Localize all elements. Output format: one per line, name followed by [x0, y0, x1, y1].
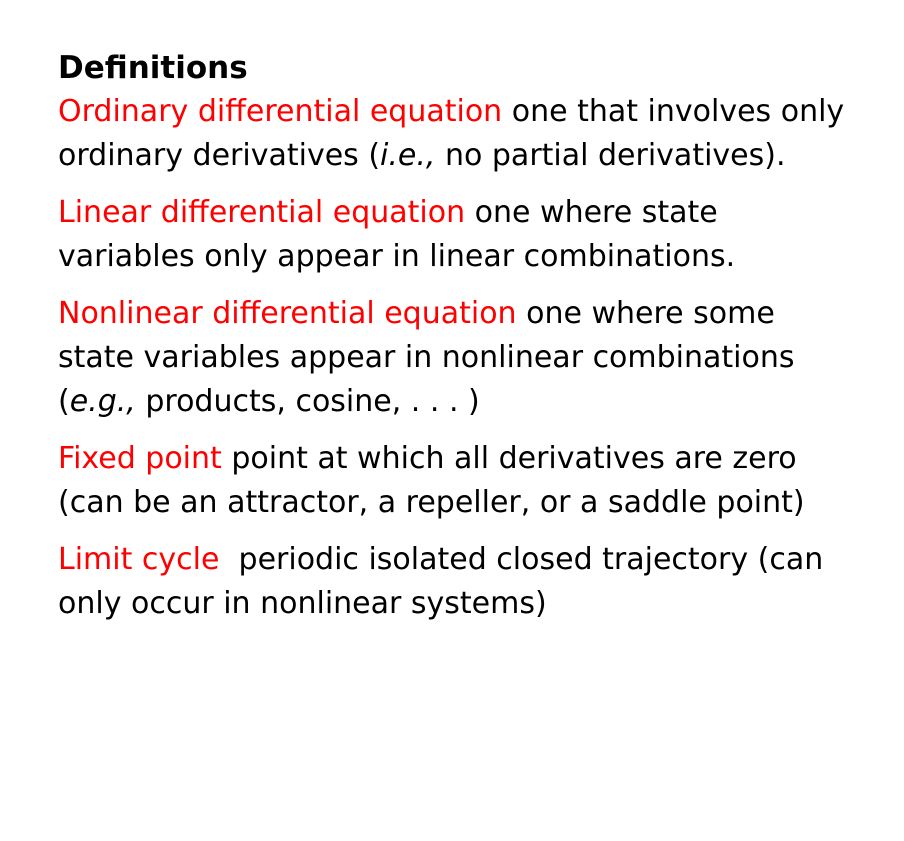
- definition-fixed-point: Fixed point point at which all derivativ…: [58, 437, 848, 525]
- definition-linear-de: Linear differential equation one where s…: [58, 191, 848, 279]
- definition-nonlinear-de: Nonlinear differential equation one wher…: [58, 292, 858, 424]
- slide: Definitions Ordinary differential equati…: [58, 46, 888, 639]
- definition-limit-cycle: Limit cycle periodic isolated closed tra…: [58, 538, 848, 626]
- definition-nonlinear-de-emphasis: e.g.,: [69, 384, 136, 419]
- term-linear-de: Linear differential equation: [58, 195, 466, 230]
- definition-ordinary-ode: Ordinary differential equation one that …: [58, 90, 848, 178]
- page-title: Definitions: [58, 50, 248, 86]
- definition-ordinary-ode-emphasis: i.e.,: [380, 138, 436, 173]
- term-limit-cycle: Limit cycle: [58, 542, 220, 577]
- term-fixed-point: Fixed point: [58, 441, 222, 476]
- definition-ordinary-ode-text-end: no partial derivatives).: [435, 138, 786, 173]
- term-nonlinear-de: Nonlinear differential equation: [58, 296, 517, 331]
- term-ordinary-ode: Ordinary differential equation: [58, 94, 503, 129]
- definition-nonlinear-de-text-end: products, cosine, . . . ): [135, 384, 480, 419]
